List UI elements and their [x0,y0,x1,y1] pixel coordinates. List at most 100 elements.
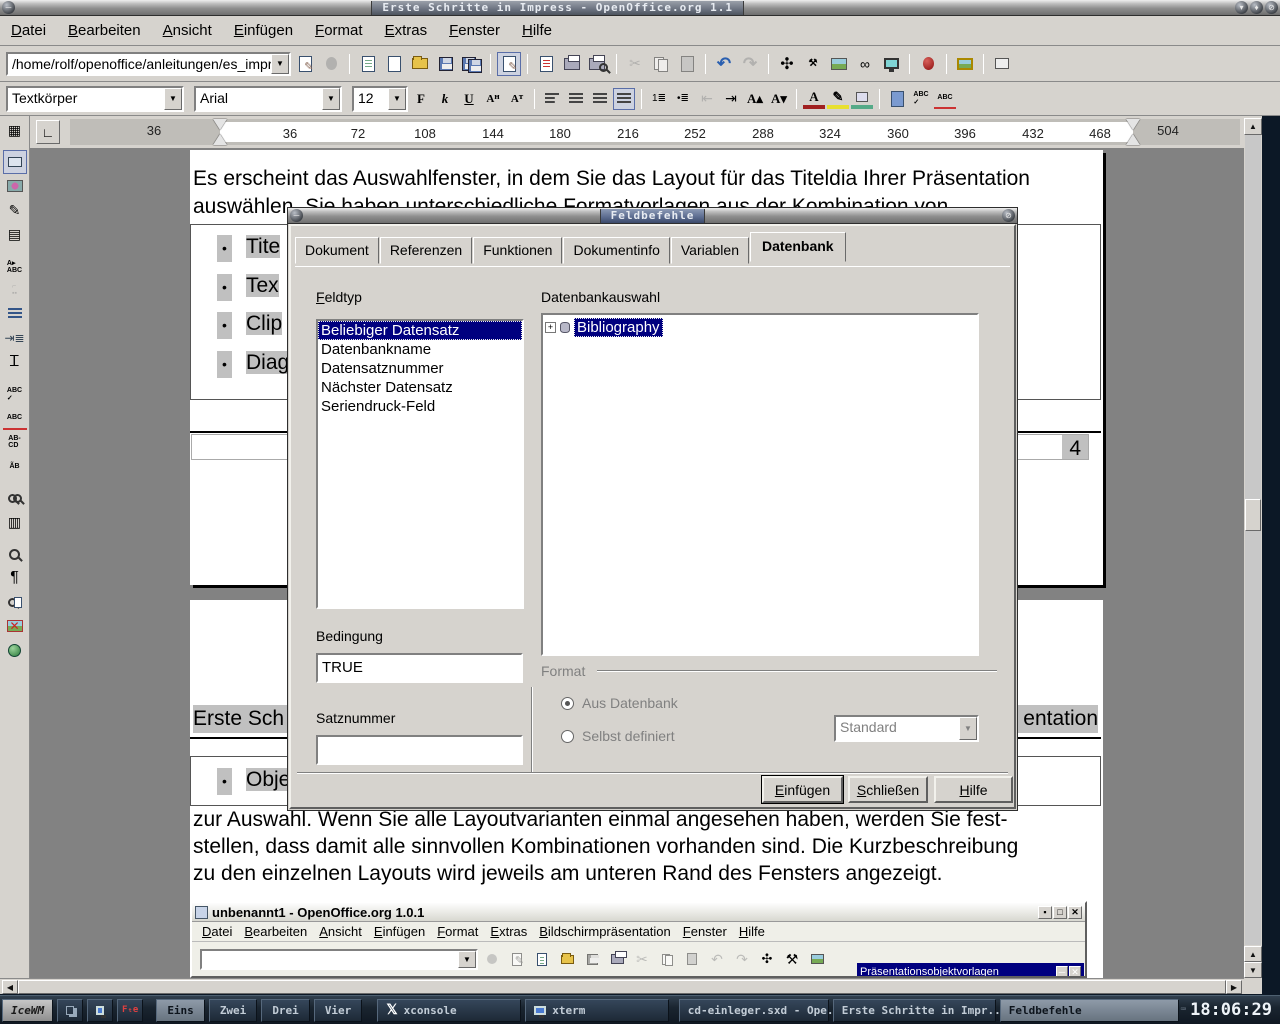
list-item-seriendruck-feld[interactable]: Seriendruck-Feld [318,397,522,416]
nonprinting-characters-icon[interactable]: ¶ [3,566,27,590]
menu-hilfe[interactable]: Hilfe [511,18,563,43]
bullet-list-icon[interactable]: •≣ [672,88,694,110]
edit-file-icon[interactable] [497,52,521,76]
insert-objects-icon[interactable]: ⌐▪▪ [3,278,27,302]
record-changes-icon[interactable] [916,52,940,76]
spellcheck-icon[interactable]: ABC✓ [910,88,932,110]
increase-indent-icon[interactable]: ⇥ [720,88,742,110]
workspace-vier[interactable]: Vier [314,999,363,1022]
zoom-icon[interactable] [3,542,27,566]
size-dropdown-icon[interactable]: ▼ [388,88,406,110]
font-name-combobox[interactable]: Arial ▼ [194,86,342,112]
close-icon[interactable]: ⊘ [1265,1,1278,14]
data-sources-side-icon[interactable]: ▥ [3,510,27,534]
workspace-zwei[interactable]: Zwei [209,999,258,1022]
tab-dokumentinfo[interactable]: Dokumentinfo [563,237,669,264]
insert-graphics-icon[interactable] [953,52,977,76]
minimize-icon[interactable]: ▾ [1235,1,1248,14]
hscroll-thumb[interactable] [18,980,1226,994]
font-color-icon[interactable]: A [803,89,825,109]
align-left-icon[interactable] [541,88,563,110]
scroll-prev-page-icon[interactable]: ▲ [1244,946,1262,962]
radio-aus-datenbank[interactable] [561,697,574,710]
left-indent-marker[interactable] [213,119,227,145]
background-color-icon[interactable] [851,89,873,109]
list-item-datenbankname[interactable]: Datenbankname [318,340,522,359]
format-combobox[interactable]: Standard ▼ [834,715,979,742]
radio-selbst-definiert[interactable] [561,730,574,743]
character-dialog-icon[interactable] [886,88,908,110]
open-icon[interactable] [408,52,432,76]
style-dropdown-icon[interactable]: ▼ [164,88,182,110]
dialog-titlebar[interactable]: ─ Feldbefehle ⊘ [288,208,1017,224]
new-document-icon[interactable] [382,52,406,76]
font-name-value[interactable]: Arial [196,88,322,110]
task-xterm[interactable]: xterm [525,999,669,1022]
show-desktop-icon[interactable] [57,999,83,1022]
workspace-drei[interactable]: Drei [261,999,310,1022]
menu-ansicht[interactable]: Ansicht [152,18,223,43]
spellcheck-side-icon[interactable]: ABC✓ [3,382,27,406]
draw-functions-icon[interactable]: ✎ [3,198,27,222]
scroll-down-icon[interactable]: ▼ [1244,962,1262,978]
list-item-naechster-datensatz[interactable]: Nächster Datensatz [318,378,522,397]
insert-index-marker-icon[interactable]: ⇥≣ [3,326,27,350]
gallery-icon[interactable] [827,52,851,76]
format-dropdown-icon[interactable]: ▼ [959,717,977,740]
copy-icon[interactable] [649,52,673,76]
url-combobox[interactable]: /home/rolf/openoffice/anleitungen/es_imp… [6,52,291,76]
superscript-icon[interactable]: Aᴴ [482,88,504,110]
stylist-icon[interactable]: ⚒ [801,52,825,76]
stop-loading-icon[interactable] [319,52,343,76]
paragraph-style-value[interactable]: Textkörper [8,88,164,110]
underline-icon[interactable]: U [458,88,480,110]
hyphenation-icon[interactable]: AB-CD [3,430,27,454]
tree-expand-icon[interactable]: + [545,322,556,333]
redo-icon[interactable]: ↷ [738,52,762,76]
paste-icon[interactable] [675,52,699,76]
tab-type-button[interactable]: ∟ [36,120,60,144]
font-size-value[interactable]: 12 [354,88,388,110]
font-size-combobox[interactable]: 12 ▼ [352,86,408,112]
insert-frame-manual-icon[interactable] [3,150,27,174]
hyperlink-bar-icon[interactable] [3,638,27,662]
satznummer-input[interactable] [316,735,523,765]
autospellcheck-icon[interactable]: ABC [934,89,956,109]
maximize-icon[interactable]: ♦ [1250,1,1263,14]
cut-icon[interactable]: ✂ [623,52,647,76]
tree-row-bibliography[interactable]: + Bibliography [543,315,977,340]
graphics-on-off-icon[interactable] [3,590,27,614]
insert-section-icon[interactable] [3,302,27,326]
feldtyp-listbox[interactable]: Beliebiger Datensatz Datenbankname Daten… [316,319,524,609]
save-icon[interactable] [434,52,458,76]
thesaurus-icon[interactable]: ÃB [3,454,27,478]
vscroll-thumb[interactable] [1245,499,1261,531]
ruler[interactable]: 36 36 72 108 144 180 216 252 288 324 360… [70,119,1240,145]
save-all-icon[interactable] [460,52,484,76]
schliessen-button[interactable]: Schließen [848,776,928,803]
font-dropdown-icon[interactable]: ▼ [322,88,340,110]
scroll-left-icon[interactable]: ◀ [2,980,18,994]
list-item-datensatznummer[interactable]: Datensatznummer [318,359,522,378]
task-erste-schritte[interactable]: Erste Schritte in Impr... [833,999,996,1022]
align-right-icon[interactable] [589,88,611,110]
increase-font-icon[interactable]: A▴ [744,88,766,110]
numbered-list-icon[interactable]: 1≣ [648,88,670,110]
url-dropdown-icon[interactable]: ▼ [271,54,289,74]
tab-funktionen[interactable]: Funktionen [473,237,562,264]
subscript-icon[interactable]: Aᵀ [506,88,528,110]
online-layout-icon[interactable]: ✕ [3,614,27,638]
hyperlink-dialog-icon[interactable]: ∞ [853,52,877,76]
tab-dokument[interactable]: Dokument [295,237,379,264]
window-menu-icon[interactable]: ─ [2,1,15,14]
italic-icon[interactable]: k [434,88,456,110]
align-center-icon[interactable] [565,88,587,110]
insert-table-icon[interactable]: ▦ [3,118,27,142]
menu-einfuegen[interactable]: Einfügen [223,18,304,43]
load-url-icon[interactable] [293,52,317,76]
right-indent-marker[interactable] [1126,119,1140,145]
scroll-right-icon[interactable]: ▶ [1226,980,1242,994]
navigator-icon[interactable]: ✣ [775,52,799,76]
undo-icon[interactable]: ↶ [712,52,736,76]
dialog-close-icon[interactable]: ⊘ [1002,209,1015,222]
